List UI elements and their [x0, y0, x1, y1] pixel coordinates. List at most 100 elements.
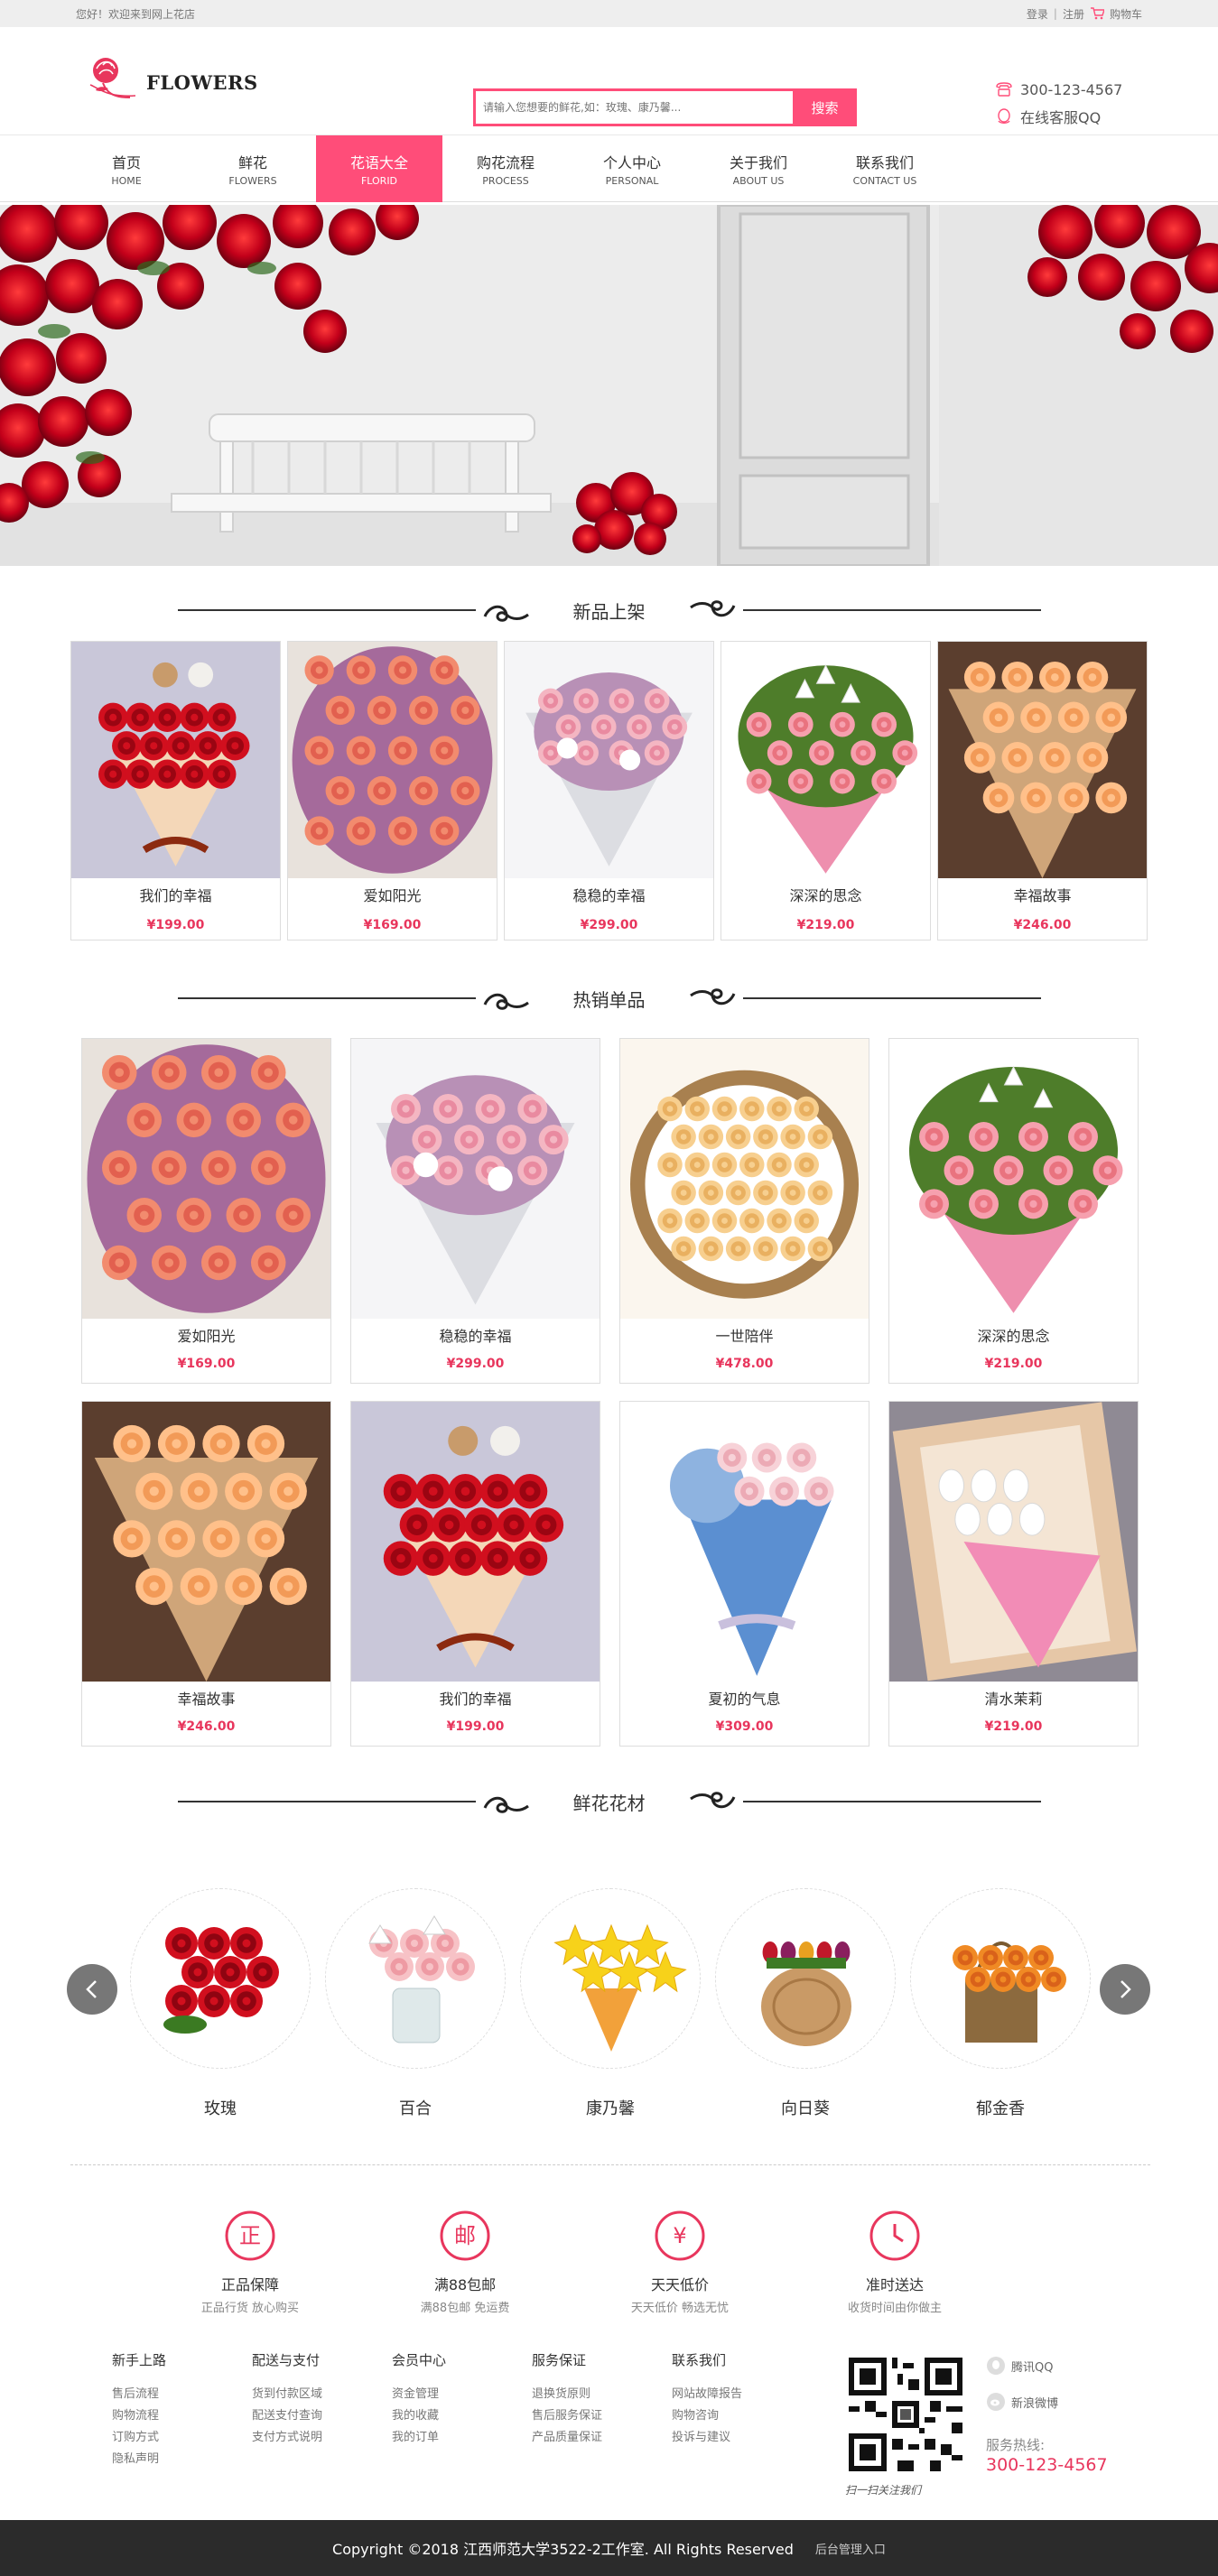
cart-icon[interactable] [1090, 7, 1104, 20]
product-image[interactable] [889, 1402, 1138, 1682]
footer-column: 配送与支付 货到付款区域 配送支付查询 支付方式说明 [252, 2350, 322, 2449]
product-name[interactable]: 夏初的气息 [620, 1687, 869, 1709]
flower-image [721, 642, 930, 878]
nav-item-about-us[interactable]: 关于我们 ABOUT US [695, 135, 822, 202]
footer-link[interactable]: 售后服务保证 [532, 2405, 602, 2427]
nav-item-florid[interactable]: 花语大全 FLORID [316, 135, 442, 202]
product-card[interactable]: 一世陪伴 ¥478.00 [619, 1038, 869, 1384]
material-item[interactable]: 百合 [325, 1888, 506, 2119]
material-item[interactable]: 向日葵 [715, 1888, 896, 2119]
material-name[interactable]: 向日葵 [715, 2096, 896, 2119]
product-name[interactable]: 一世陪伴 [620, 1324, 869, 1346]
search-input[interactable] [473, 88, 793, 126]
product-name[interactable]: 爱如阳光 [288, 884, 497, 905]
product-name[interactable]: 深深的思念 [721, 884, 930, 905]
material-item[interactable]: 康乃馨 [520, 1888, 701, 2119]
footer-link[interactable]: 产品质量保证 [532, 2427, 602, 2449]
product-card[interactable]: 清水茉莉 ¥219.00 [888, 1401, 1139, 1747]
material-image[interactable] [715, 1888, 896, 2069]
product-image[interactable] [82, 1402, 330, 1682]
cart-link[interactable]: 购物车 [1110, 6, 1142, 22]
product-name[interactable]: 爱如阳光 [82, 1324, 330, 1346]
product-image[interactable] [505, 642, 713, 878]
nav-item-personal[interactable]: 个人中心 PERSONAL [569, 135, 695, 202]
material-name[interactable]: 康乃馨 [520, 2096, 701, 2119]
ornament-left-icon [483, 1796, 529, 1813]
product-card[interactable]: 爱如阳光 ¥169.00 [81, 1038, 331, 1384]
material-image[interactable] [325, 1888, 506, 2069]
product-image[interactable] [620, 1039, 869, 1319]
product-card[interactable]: 我们的幸福 ¥199.00 [70, 641, 281, 941]
nav-item-contact-us[interactable]: 联系我们 CONTACT US [822, 135, 948, 202]
weibo-icon [987, 2393, 1005, 2411]
footer-link[interactable]: 投诉与建议 [672, 2427, 742, 2449]
product-card[interactable]: 稳稳的幸福 ¥299.00 [504, 641, 714, 941]
footer-link[interactable]: 售后流程 [112, 2384, 166, 2405]
footer-link[interactable]: 退换货原则 [532, 2384, 602, 2405]
nav-item-home[interactable]: 首页 HOME [63, 135, 190, 202]
product-image[interactable] [82, 1039, 330, 1319]
material-image[interactable] [910, 1888, 1091, 2069]
product-name[interactable]: 深深的思念 [889, 1324, 1138, 1346]
product-image[interactable] [889, 1039, 1138, 1319]
product-name[interactable]: 幸福故事 [938, 884, 1147, 905]
product-name[interactable]: 稳稳的幸福 [351, 1324, 600, 1346]
footer-link[interactable]: 隐私声明 [112, 2449, 166, 2470]
material-name[interactable]: 百合 [325, 2096, 506, 2119]
product-image[interactable] [721, 642, 930, 878]
footer-link[interactable]: 我的订单 [392, 2427, 446, 2449]
product-name[interactable]: 稳稳的幸福 [505, 884, 713, 905]
product-image[interactable] [351, 1039, 600, 1319]
product-card[interactable]: 爱如阳光 ¥169.00 [287, 641, 497, 941]
nav-label-cn: 购花流程 [476, 154, 535, 171]
material-image[interactable] [520, 1888, 701, 2069]
product-name[interactable]: 清水茉莉 [889, 1687, 1138, 1709]
product-card[interactable]: 我们的幸福 ¥199.00 [350, 1401, 600, 1747]
carousel-prev-button[interactable] [67, 1964, 117, 2015]
footer-link[interactable]: 购物咨询 [672, 2405, 742, 2427]
product-name[interactable]: 我们的幸福 [71, 884, 280, 905]
material-name[interactable]: 玫瑰 [130, 2096, 311, 2119]
footer-link[interactable]: 订购方式 [112, 2427, 166, 2449]
logo[interactable]: FLOWERS [83, 49, 258, 112]
product-card[interactable]: 幸福故事 ¥246.00 [937, 641, 1148, 941]
nav-item-process[interactable]: 购花流程 PROCESS [442, 135, 569, 202]
footer-link[interactable]: 我的收藏 [392, 2405, 446, 2427]
product-image[interactable] [938, 642, 1147, 878]
material-item[interactable]: 郁金香 [910, 1888, 1091, 2119]
product-card[interactable]: 深深的思念 ¥219.00 [721, 641, 931, 941]
register-link[interactable]: 注册 [1063, 6, 1084, 22]
nav-label-cn: 联系我们 [855, 154, 914, 171]
product-image[interactable] [288, 642, 497, 878]
product-card[interactable]: 幸福故事 ¥246.00 [81, 1401, 331, 1747]
product-name[interactable]: 幸福故事 [82, 1687, 330, 1709]
product-card[interactable]: 深深的思念 ¥219.00 [888, 1038, 1139, 1384]
footer-link[interactable]: 购物流程 [112, 2405, 166, 2427]
product-card[interactable]: 稳稳的幸福 ¥299.00 [350, 1038, 600, 1384]
social-weibo-link[interactable]: 新浪微博 [986, 2392, 1058, 2412]
divider [742, 1801, 1041, 1802]
footer-link[interactable]: 货到付款区域 [252, 2384, 322, 2405]
product-image[interactable] [71, 642, 280, 878]
material-image[interactable] [130, 1888, 311, 2069]
qq-service-link[interactable]: 在线客服QQ [1020, 106, 1101, 127]
product-name[interactable]: 我们的幸福 [351, 1687, 600, 1709]
nav-label-cn: 关于我们 [729, 154, 787, 171]
product-card[interactable]: 夏初的气息 ¥309.00 [619, 1401, 869, 1747]
login-link[interactable]: 登录 [1027, 6, 1048, 22]
footer-link[interactable]: 配送支付查询 [252, 2405, 322, 2427]
carousel-next-button[interactable] [1100, 1964, 1150, 2015]
material-name[interactable]: 郁金香 [910, 2096, 1091, 2119]
search-button[interactable]: 搜索 [793, 88, 857, 126]
product-image[interactable] [620, 1402, 869, 1682]
social-qq-link[interactable]: 腾讯QQ [986, 2356, 1053, 2376]
nav-item-flowers[interactable]: 鲜花 FLOWERS [190, 135, 316, 202]
nav-label-en: FLOWERS [228, 175, 277, 187]
footer-link[interactable]: 支付方式说明 [252, 2427, 322, 2449]
material-item[interactable]: 玫瑰 [130, 1888, 311, 2119]
divider [177, 1801, 476, 1802]
footer-link[interactable]: 网站故障报告 [672, 2384, 742, 2405]
admin-link[interactable]: 后台管理入口 [815, 2540, 886, 2557]
product-image[interactable] [351, 1402, 600, 1682]
footer-link[interactable]: 资金管理 [392, 2384, 446, 2405]
